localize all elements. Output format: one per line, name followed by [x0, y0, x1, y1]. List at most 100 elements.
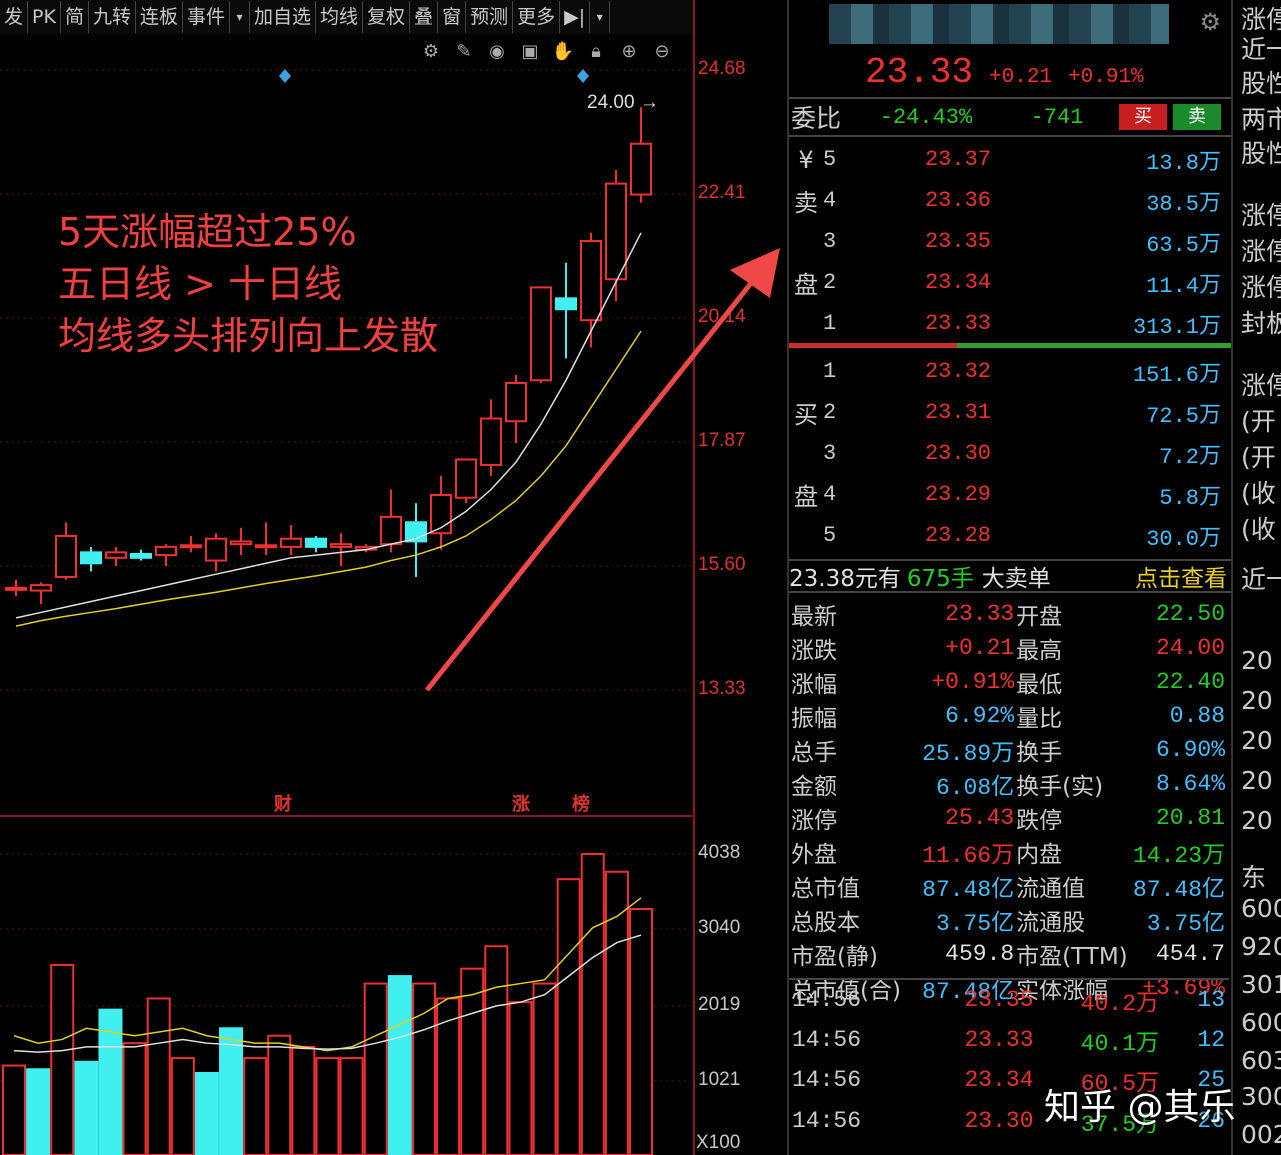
book-price: 23.29	[924, 482, 991, 507]
volume-bar	[580, 853, 605, 1155]
stats-row: 金额 6.08亿 换手(实) 8.64%	[789, 767, 1229, 801]
strip-item[interactable]: (收	[1241, 474, 1276, 510]
strip-item[interactable]: 002	[1241, 1120, 1281, 1149]
volume-axis-unit: X100	[696, 1132, 741, 1153]
volume-bar	[122, 1042, 147, 1155]
volume-axis-label: 2019	[698, 994, 741, 1015]
strip-item[interactable]: 股性	[1241, 64, 1281, 100]
strip-item[interactable]: 920	[1241, 932, 1281, 961]
order-book-row[interactable]: 盘 2 23.34 11.4万	[789, 262, 1225, 303]
tick-row: 14:56 23.33 40.1万 12	[789, 1020, 1229, 1061]
stat-label: 金额	[791, 774, 837, 800]
strip-item[interactable]: 涨停	[1241, 366, 1281, 402]
tick-time: 14:56	[792, 1067, 862, 1094]
strip-item[interactable]: (开	[1241, 402, 1276, 438]
book-side-label: 卖	[794, 189, 818, 217]
book-side-label	[789, 433, 823, 474]
big-order-alert[interactable]: 23.38元有 675手 大卖单 点击查看	[789, 559, 1231, 593]
order-book-row[interactable]: 盘 4 23.29 5.8万	[789, 474, 1225, 515]
stat-label: 涨停	[791, 808, 837, 834]
stat-label: 涨幅	[791, 672, 837, 698]
volume-bar	[604, 870, 629, 1155]
strip-item[interactable]: 近一	[1241, 30, 1281, 66]
stat-value: 25.89万	[922, 741, 1015, 767]
book-side-label	[789, 515, 823, 556]
stat-value: 3.75亿	[1146, 911, 1225, 937]
volume-bar	[74, 1060, 99, 1155]
strip-item[interactable]: 20	[1241, 646, 1273, 675]
strip-item[interactable]: 股性	[1241, 134, 1281, 170]
order-book-row[interactable]: 1 23.32 151.6万	[789, 351, 1225, 392]
book-volume: 63.5万	[1146, 232, 1221, 258]
bid-book: 1 23.32 151.6万买 2 23.31 72.5万 3 23.30 7.…	[789, 351, 1225, 556]
stat-value: 20.81	[1155, 805, 1225, 831]
volume-bar	[387, 975, 412, 1155]
book-side-label: 盘	[794, 271, 818, 299]
order-book-row[interactable]: 3 23.35 63.5万	[789, 221, 1225, 262]
strip-item[interactable]: 20	[1241, 686, 1273, 715]
strip-item[interactable]: 封板	[1241, 304, 1281, 340]
stock-terminal: 发 PK 简九转 连板 事件 ▾ 加自选 均线 复权叠窗预测 更多 ▶| ▾ ⚙ ✎ ◉ ▣ ✋ 🔒︎ ⊕ ⊖ 24…	[0, 0, 1281, 1155]
strip-item[interactable]: 300	[1241, 1082, 1281, 1111]
strip-item[interactable]: 600	[1241, 894, 1281, 923]
strip-item[interactable]: 两市	[1241, 100, 1281, 136]
price-change: +0.21	[989, 66, 1053, 89]
stat-label: 换手	[1016, 740, 1063, 766]
volume-bar	[484, 945, 509, 1155]
strip-item[interactable]: 东	[1241, 858, 1266, 894]
strip-item[interactable]: 涨停	[1241, 196, 1281, 232]
volume-bar	[339, 1057, 364, 1155]
strip-item[interactable]: 20	[1241, 806, 1273, 835]
stat-value: 87.48亿	[1132, 877, 1225, 903]
book-volume: 5.8万	[1159, 485, 1221, 511]
order-book-row[interactable]: ¥ 5 23.37 13.8万	[789, 139, 1225, 180]
stat-label: 涨跌	[791, 638, 837, 664]
order-book-row[interactable]: 3 23.30 7.2万	[789, 433, 1225, 474]
book-volume: 72.5万	[1146, 403, 1221, 429]
stats-row: 最新 23.33 开盘 22.50	[789, 597, 1229, 631]
strip-item[interactable]: 600	[1241, 1008, 1281, 1037]
book-volume: 30.0万	[1146, 526, 1221, 552]
stat-value: 11.66万	[922, 843, 1015, 869]
book-side-label: 买	[794, 401, 818, 429]
strip-item[interactable]: 涨停	[1241, 232, 1281, 268]
sell-button[interactable]: 卖	[1173, 104, 1221, 130]
order-book-row[interactable]: 1 23.33 313.1万	[789, 303, 1225, 344]
strip-item[interactable]: 近一	[1241, 560, 1281, 596]
order-book-row[interactable]: 5 23.28 30.0万	[789, 515, 1225, 556]
volume-axis-label: 4038	[698, 842, 741, 863]
order-book-row[interactable]: 买 2 23.31 72.5万	[789, 392, 1225, 433]
volume-bar	[436, 997, 461, 1155]
buy-button[interactable]: 买	[1119, 104, 1167, 130]
book-side-label	[789, 303, 823, 344]
annotation-arrow	[425, 248, 780, 692]
book-volume: 11.4万	[1146, 273, 1221, 299]
strip-item[interactable]: 603	[1241, 1046, 1281, 1075]
order-ratio-pct: -24.43%	[879, 104, 973, 130]
strip-item[interactable]: (收	[1241, 510, 1276, 546]
strip-item[interactable]: 涨停	[1241, 268, 1281, 304]
tick-price: 23.33	[964, 1026, 1034, 1053]
stat-label: 最高	[1016, 638, 1063, 664]
strip-item[interactable]: (开	[1241, 438, 1276, 474]
stat-label: 开盘	[1016, 604, 1063, 630]
order-book-row[interactable]: 卖 4 23.36 38.5万	[789, 180, 1225, 221]
tick-row: 14:56 23.35 40.2万 13	[789, 979, 1229, 1020]
strip-item[interactable]: 301	[1241, 970, 1281, 999]
stats-row: 振幅 6.92% 量比 0.88	[789, 699, 1229, 733]
event-marker-ranking[interactable]: 榜	[572, 790, 590, 816]
strip-item[interactable]: 20	[1241, 726, 1273, 755]
event-marker-finance[interactable]: 财	[274, 790, 292, 816]
stat-value: 23.33	[945, 601, 1015, 627]
stats-table: 最新 23.33 开盘 22.50 涨跌 +0.21 最高 24.00 涨幅 +0.…	[789, 597, 1229, 1005]
big-order-view-link[interactable]: 点击查看	[1135, 559, 1231, 593]
gear-icon[interactable]: ⚙	[1199, 8, 1221, 36]
strip-item[interactable]: 20	[1241, 766, 1273, 795]
stat-value: 8.64%	[1155, 771, 1225, 797]
volume-bar	[243, 1057, 268, 1155]
event-marker-limit-up[interactable]: 涨	[512, 790, 530, 816]
stat-value: 22.50	[1155, 601, 1225, 627]
volume-bar	[363, 982, 388, 1155]
stat-value: 6.08亿	[935, 775, 1015, 801]
price-change-pct: +0.91%	[1068, 66, 1144, 89]
